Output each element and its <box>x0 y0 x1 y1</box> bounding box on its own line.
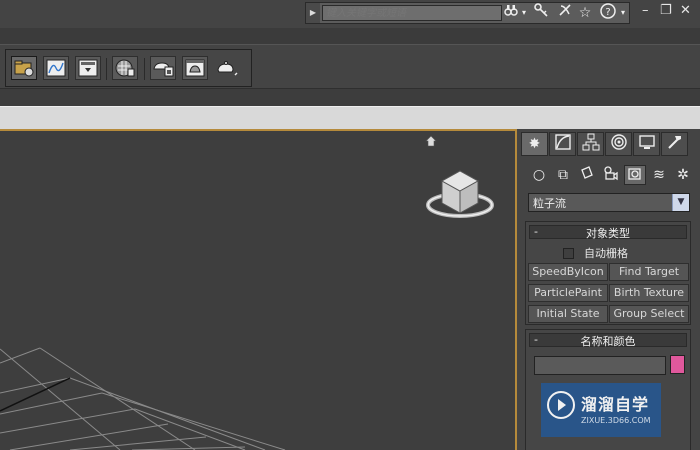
name-color-rollout-header[interactable]: 名称和颜色 - <box>529 333 687 348</box>
object-color-swatch[interactable] <box>670 355 685 374</box>
search-input[interactable] <box>322 5 502 21</box>
autogrid-label: 自动栅格 <box>584 247 628 260</box>
render-production-button[interactable] <box>214 56 240 80</box>
binoculars-icon[interactable] <box>503 3 519 23</box>
watermark-title: 溜溜自学 <box>581 395 650 414</box>
tab-hierarchy[interactable] <box>577 132 604 156</box>
render-setup-button[interactable] <box>150 56 176 80</box>
dropdown-arrow-icon[interactable]: ▾ <box>520 3 528 23</box>
star-icon[interactable]: ☆ <box>576 3 594 23</box>
rendered-frame-window-button[interactable] <box>182 56 208 80</box>
find-target-button[interactable]: Find Target <box>609 263 689 281</box>
material-editor-button[interactable] <box>112 56 138 80</box>
tab-display[interactable] <box>633 132 660 156</box>
object-name-field[interactable] <box>534 356 666 375</box>
infocenter-search-bar: ▶ ▾ ☆ ? ▾ <box>305 2 630 24</box>
watermark: 溜溜自学 ZIXUE.3D66.COM <box>541 383 661 437</box>
name-color-title: 名称和颜色 <box>580 335 636 348</box>
window-controls: – ❐ ✕ <box>636 0 700 26</box>
title-bar: ▶ ▾ ☆ ? ▾ – ❐ ✕ <box>0 0 700 28</box>
object-type-title: 对象类型 <box>586 227 630 240</box>
svg-text:?: ? <box>605 7 610 18</box>
space-warps-icon[interactable]: ≋ <box>648 165 670 185</box>
chevron-down-icon[interactable]: ▼ <box>672 194 689 211</box>
tab-modify[interactable] <box>549 132 576 156</box>
help-icon[interactable]: ? <box>598 3 618 25</box>
initial-state-button[interactable]: Initial State <box>528 305 608 323</box>
tab-utilities[interactable] <box>661 132 688 156</box>
collapse-minus-icon[interactable]: - <box>534 333 538 346</box>
curve-editor-button[interactable] <box>43 56 69 80</box>
minimize-icon[interactable]: – <box>642 3 649 18</box>
satellite-icon[interactable] <box>556 3 574 23</box>
graphite-ribbon <box>0 106 700 130</box>
viewcube-icon[interactable] <box>424 159 496 223</box>
systems-icon[interactable]: ✲ <box>672 165 694 185</box>
collapse-minus-icon[interactable]: - <box>534 225 538 238</box>
restore-icon[interactable]: ❐ <box>660 3 672 18</box>
watermark-url: ZIXUE.3D66.COM <box>581 416 651 425</box>
home-icon[interactable] <box>425 135 437 147</box>
close-icon[interactable]: ✕ <box>680 3 691 18</box>
tab-create[interactable]: ✸ <box>521 132 548 156</box>
main-toolbar <box>0 44 700 89</box>
shapes-icon[interactable]: ⧉ <box>552 165 574 185</box>
expand-arrow-icon[interactable]: ▶ <box>306 3 320 23</box>
scene-explorer-button[interactable] <box>11 56 37 80</box>
cameras-icon[interactable] <box>600 165 622 185</box>
category-dropdown[interactable]: 粒子流 ▼ <box>528 193 690 212</box>
key-icon[interactable] <box>532 3 550 23</box>
help-dropdown-icon[interactable]: ▾ <box>619 3 627 23</box>
object-type-rollout: 对象类型 - 自动栅格 SpeedByIcon Find Target Part… <box>525 221 691 325</box>
lights-icon[interactable] <box>576 165 598 185</box>
autogrid-checkbox[interactable] <box>563 248 574 259</box>
dope-sheet-button[interactable] <box>75 56 101 80</box>
perspective-viewport[interactable] <box>0 129 517 450</box>
object-type-rollout-header[interactable]: 对象类型 - <box>529 225 687 240</box>
speedbyicon-button[interactable]: SpeedByIcon <box>528 263 608 281</box>
logo-icon <box>547 391 575 419</box>
helpers-icon[interactable] <box>624 165 646 185</box>
secondary-toolbar <box>0 88 700 107</box>
group-select-button[interactable]: Group Select <box>609 305 689 323</box>
birth-texture-button[interactable]: Birth Texture <box>609 284 689 302</box>
geometry-icon[interactable]: ○ <box>528 165 550 185</box>
category-dropdown-value: 粒子流 <box>533 197 566 210</box>
render-toolbar-group <box>5 49 252 87</box>
tab-motion[interactable] <box>605 132 632 156</box>
particlepaint-button[interactable]: ParticlePaint <box>528 284 608 302</box>
